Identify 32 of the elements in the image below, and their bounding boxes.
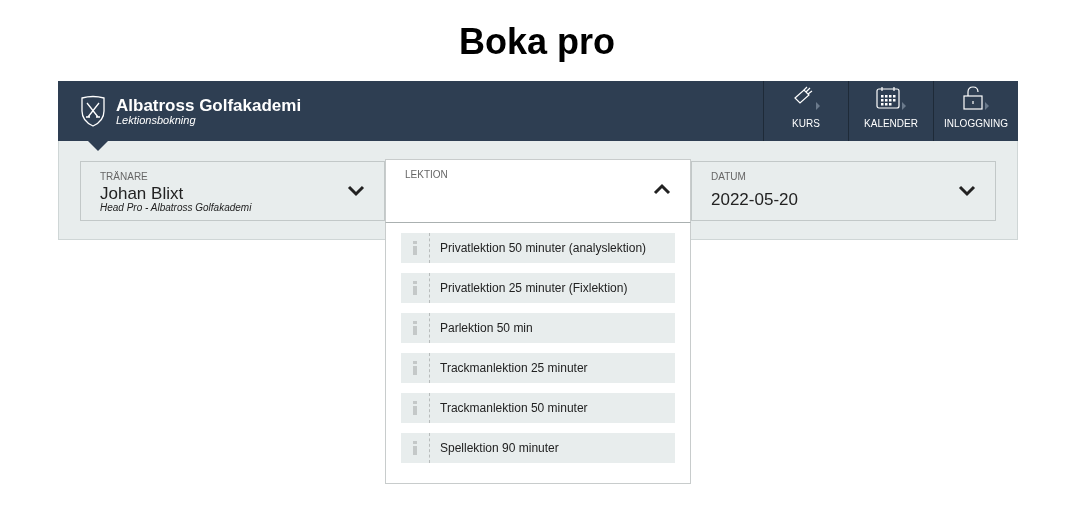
field-label: TRÄNARE — [100, 172, 149, 182]
brand-name: Albatross Golfakademi — [116, 96, 302, 114]
info-icon — [413, 281, 417, 295]
lesson-option[interactable]: Trackmanlektion 25 minuter — [401, 353, 675, 383]
caret-right-icon — [985, 102, 989, 110]
info-icon — [413, 401, 417, 415]
field-label: LEKTION — [405, 170, 449, 180]
lesson-option[interactable]: Spellektion 90 minuter — [401, 433, 675, 463]
padlock-icon — [963, 86, 983, 110]
lesson-option[interactable]: Privatlektion 25 minuter (Fixlektion) — [401, 273, 675, 303]
chevron-down-icon — [347, 185, 365, 197]
dropdown-field[interactable]: TRÄNARE Johan Blixt Head Pro - Albatross Golfakademi — [80, 161, 385, 221]
caret-right-icon — [816, 102, 820, 110]
field-value: 2022-05-20 — [711, 191, 799, 208]
info-icon — [413, 441, 417, 455]
shield-logo-icon — [80, 95, 106, 127]
caret-right-icon — [902, 102, 906, 110]
lesson-option[interactable]: Privatlektion 50 minuter (analyslektion) — [401, 233, 675, 263]
field-value: Johan Blixt — [100, 185, 185, 202]
chevron-up-icon — [653, 183, 671, 195]
brand-subtitle: Lektionsbokning — [116, 114, 197, 126]
info-icon — [413, 361, 417, 375]
info-icon — [413, 241, 417, 255]
field-label: DATUM — [711, 172, 747, 182]
lesson-option[interactable]: Parlektion 50 min — [401, 313, 675, 343]
dropdown-field[interactable]: DATUM 2022-05-20 — [691, 161, 996, 221]
calendar-icon — [876, 86, 900, 110]
field-detail: Head Pro - Albatross Golfakademi — [100, 203, 253, 213]
lesson-option[interactable]: Trackmanlektion 50 minuter — [401, 393, 675, 423]
chevron-down-icon — [958, 185, 976, 197]
info-icon — [413, 321, 417, 335]
page-title: Boka pro — [458, 20, 616, 64]
